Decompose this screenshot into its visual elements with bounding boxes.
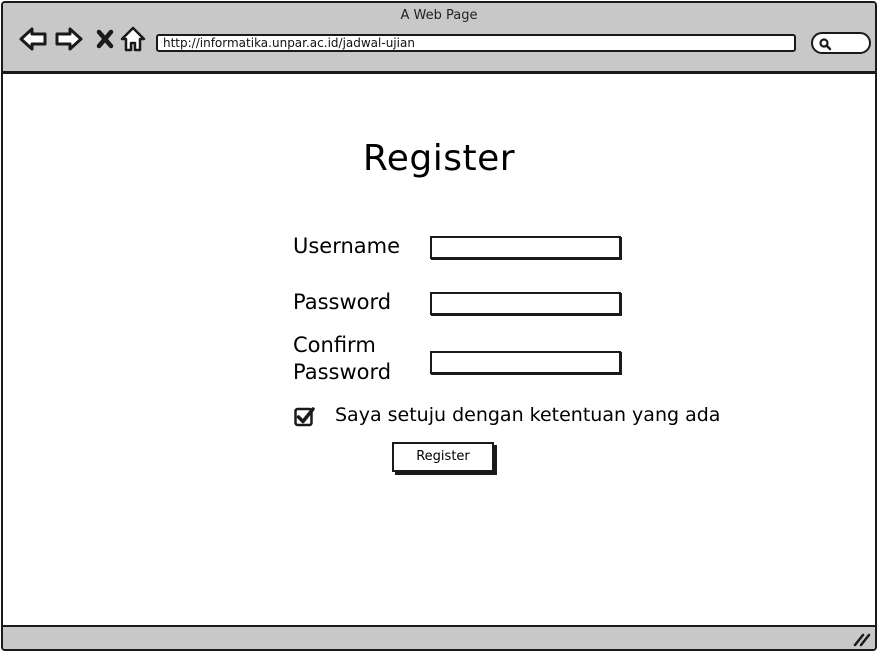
browser-toolbar: A Web Page http://informatika.unpar.ac.i… (3, 3, 875, 74)
browser-window: A Web Page http://informatika.unpar.ac.i… (1, 1, 877, 651)
resize-grip-icon[interactable] (853, 631, 871, 647)
close-icon (96, 29, 114, 49)
confirm-password-label-line2: Password (293, 360, 392, 384)
address-bar[interactable]: http://informatika.unpar.ac.id/jadwal-uj… (156, 34, 796, 52)
confirm-password-field[interactable] (430, 351, 621, 374)
forward-arrow-icon (55, 27, 83, 51)
agree-label: Saya setuju dengan ketentuan yang ada (335, 404, 721, 426)
home-icon (120, 26, 146, 52)
password-label: Password (293, 290, 392, 314)
window-title: A Web Page (400, 8, 478, 23)
register-button[interactable]: Register (392, 442, 494, 472)
home-button[interactable] (117, 24, 149, 54)
search-field[interactable] (811, 32, 871, 54)
username-label: Username (293, 234, 401, 258)
username-field[interactable] (430, 236, 621, 259)
confirm-password-label-line1: Confirm (293, 333, 376, 357)
search-icon (819, 38, 832, 51)
back-arrow-icon (19, 27, 47, 51)
status-bar (3, 625, 875, 649)
agree-checkbox[interactable] (294, 406, 315, 427)
back-button[interactable] (17, 24, 49, 54)
password-field[interactable] (430, 292, 621, 315)
forward-button[interactable] (53, 24, 85, 54)
page-title: Register (362, 138, 516, 179)
checkmark-icon (294, 407, 315, 427)
